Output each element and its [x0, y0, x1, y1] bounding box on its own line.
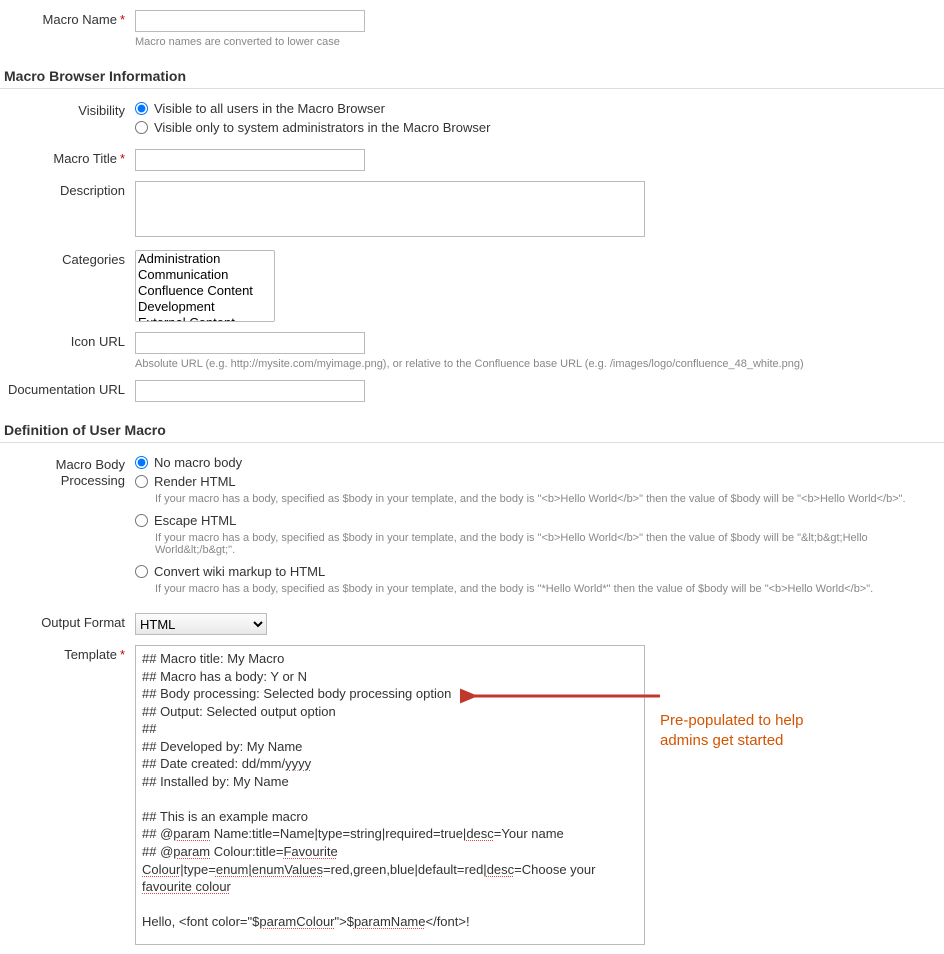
description-label: Description: [0, 179, 135, 198]
doc-url-label: Documentation URL: [0, 378, 135, 397]
output-format-select[interactable]: HTML: [135, 613, 267, 635]
categories-label: Categories: [0, 248, 135, 267]
output-format-label: Output Format: [0, 611, 135, 630]
body-processing-hint-wiki: If your macro has a body, specified as $…: [155, 583, 944, 595]
body-processing-option-wiki: Convert wiki markup to HTML: [154, 564, 325, 579]
visibility-label: Visibility: [0, 99, 135, 118]
body-processing-radio-none[interactable]: [135, 456, 148, 469]
body-processing-hint-escape: If your macro has a body, specified as $…: [155, 532, 944, 556]
body-processing-option-render: Render HTML: [154, 474, 236, 489]
doc-url-input[interactable]: [135, 380, 365, 402]
annotation-text: Pre-populated to help admins get started: [660, 711, 860, 750]
macro-title-input[interactable]: [135, 149, 365, 171]
macro-name-hint: Macro names are converted to lower case: [135, 36, 944, 48]
body-processing-option-none: No macro body: [154, 455, 242, 470]
template-label: Template*: [0, 643, 135, 662]
visibility-option-all: Visible to all users in the Macro Browse…: [154, 101, 385, 116]
annotation-arrow-icon: [460, 681, 670, 711]
icon-url-label: Icon URL: [0, 330, 135, 349]
macro-name-input[interactable]: [135, 10, 365, 32]
macro-title-label: Macro Title*: [0, 147, 135, 166]
categories-select[interactable]: Administration Communication Confluence …: [135, 250, 275, 322]
icon-url-hint: Absolute URL (e.g. http://mysite.com/myi…: [135, 358, 944, 370]
section-definition: Definition of User Macro: [0, 416, 944, 443]
body-processing-hint-render: If your macro has a body, specified as $…: [155, 493, 944, 505]
icon-url-input[interactable]: [135, 332, 365, 354]
body-processing-radio-wiki[interactable]: [135, 565, 148, 578]
body-processing-radio-escape[interactable]: [135, 514, 148, 527]
section-browser-info: Macro Browser Information: [0, 62, 944, 89]
visibility-radio-admins[interactable]: [135, 121, 148, 134]
body-processing-option-escape: Escape HTML: [154, 513, 236, 528]
description-input[interactable]: [135, 181, 645, 237]
visibility-option-admins: Visible only to system administrators in…: [154, 120, 490, 135]
macro-name-label: Macro Name*: [0, 8, 135, 27]
body-processing-label: Macro Body Processing: [0, 453, 135, 488]
visibility-radio-all[interactable]: [135, 102, 148, 115]
body-processing-radio-render[interactable]: [135, 475, 148, 488]
